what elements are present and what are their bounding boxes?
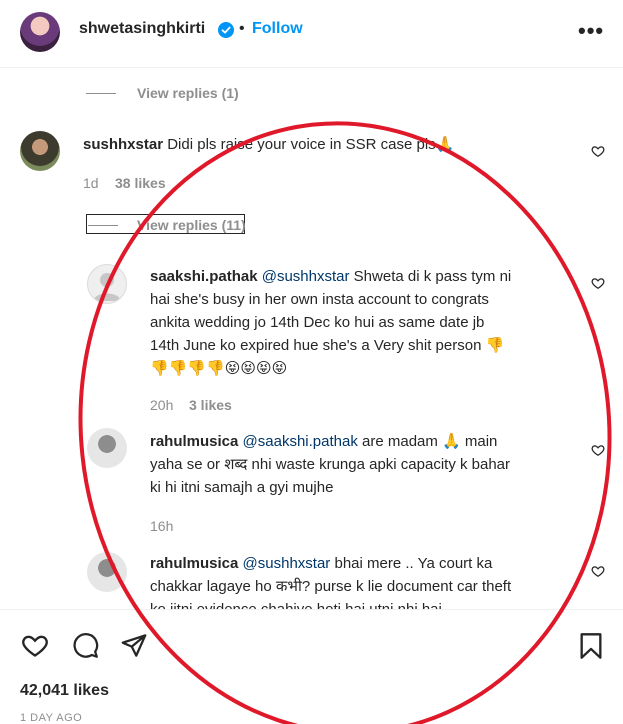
reply-mention[interactable]: @sushhxstar: [262, 268, 350, 285]
reply-rahulmusica-2: rahulmusica @sushhxstar bhai mere .. Ya …: [150, 552, 590, 609]
reply-text-line: ki hi itni samajh a gyi mujhe: [150, 479, 334, 496]
reply-username[interactable]: rahulmusica: [150, 433, 238, 450]
reply-text-line: chakkar lagaye ho कभी? purse k lie docum…: [150, 578, 512, 595]
reply-time[interactable]: 16h: [150, 518, 173, 534]
reply-text-line: bhai mere .. Ya court ka: [334, 555, 493, 572]
comment-likes[interactable]: 38 likes: [115, 175, 166, 191]
reply-emoji-line: 👎👎👎👎😝😝😝😝: [150, 360, 288, 377]
separator-dot: •: [239, 20, 245, 37]
reply-avatar[interactable]: [87, 552, 127, 592]
reply-divider: [86, 93, 116, 94]
reply-username[interactable]: saakshi.pathak: [150, 268, 258, 285]
reply-text-line: 14th June ko expired hue she's a Very sh…: [150, 337, 505, 354]
reply-text-line: ko jitni evidence chahiye hoti hai utni …: [150, 598, 590, 609]
like-heart-icon[interactable]: [591, 276, 605, 290]
like-heart-icon[interactable]: [591, 443, 605, 457]
post-header: shwetasinghkirti • Follow •••: [0, 0, 623, 68]
reply-avatar[interactable]: [87, 428, 127, 468]
post-likes-count[interactable]: 42,041 likes: [20, 682, 109, 700]
clipped-reply-area: rahulmusica @sushhxstar bhai mere .. Ya …: [0, 540, 623, 609]
default-user-icon: [93, 273, 121, 301]
comment-bubble-icon[interactable]: [72, 632, 99, 659]
reply-mention[interactable]: @sushhxstar: [243, 555, 331, 572]
comment-time[interactable]: 1d: [83, 175, 99, 191]
comment-sushhxstar: sushhxstar Didi pls raise your voice in …: [83, 133, 543, 156]
reply-avatar-placeholder[interactable]: [87, 264, 127, 304]
reply-divider: [88, 225, 118, 226]
reply-username[interactable]: rahulmusica: [150, 555, 238, 572]
like-heart-icon[interactable]: [20, 631, 50, 659]
share-paper-plane-icon[interactable]: [120, 632, 148, 659]
reply-text-line: hai she's busy in her own insta account …: [150, 291, 489, 308]
post-time-ago[interactable]: 1 DAY AGO: [20, 712, 82, 724]
reply-text-line: ankita wedding jo 14th Dec ko hui as sam…: [150, 314, 485, 331]
comment-username[interactable]: sushhxstar: [83, 136, 163, 153]
more-options-icon[interactable]: •••: [578, 18, 604, 44]
reply-text-line: yaha se or शब्द nhi waste krunga apki ca…: [150, 456, 511, 473]
follow-button[interactable]: Follow: [252, 20, 303, 38]
reply-saakshi: saakshi.pathak @sushhxstar Shweta di k p…: [150, 265, 590, 380]
reply-likes[interactable]: 3 likes: [189, 397, 232, 413]
like-heart-icon[interactable]: [591, 564, 605, 578]
commenter-avatar[interactable]: [20, 131, 60, 171]
comment-text: Didi pls raise your voice in SSR case pl…: [167, 136, 455, 153]
author-username[interactable]: shwetasinghkirti: [79, 20, 205, 38]
view-replies-comment1[interactable]: View replies (11): [137, 217, 246, 233]
reply-mention[interactable]: @saakshi.pathak: [243, 433, 358, 450]
actions-divider: [0, 609, 623, 610]
reply-text-line: Shweta di k pass tym ni: [353, 268, 512, 285]
view-replies-top[interactable]: View replies (1): [137, 85, 239, 101]
like-heart-icon[interactable]: [591, 144, 605, 158]
save-bookmark-icon[interactable]: [579, 632, 603, 660]
reply-text-line: are madam 🙏 main: [362, 433, 498, 450]
reply-time[interactable]: 20h: [150, 397, 173, 413]
author-avatar[interactable]: [20, 12, 60, 52]
verified-badge-icon: [218, 22, 234, 38]
reply-rahulmusica-1: rahulmusica @saakshi.pathak are madam 🙏 …: [150, 430, 590, 499]
